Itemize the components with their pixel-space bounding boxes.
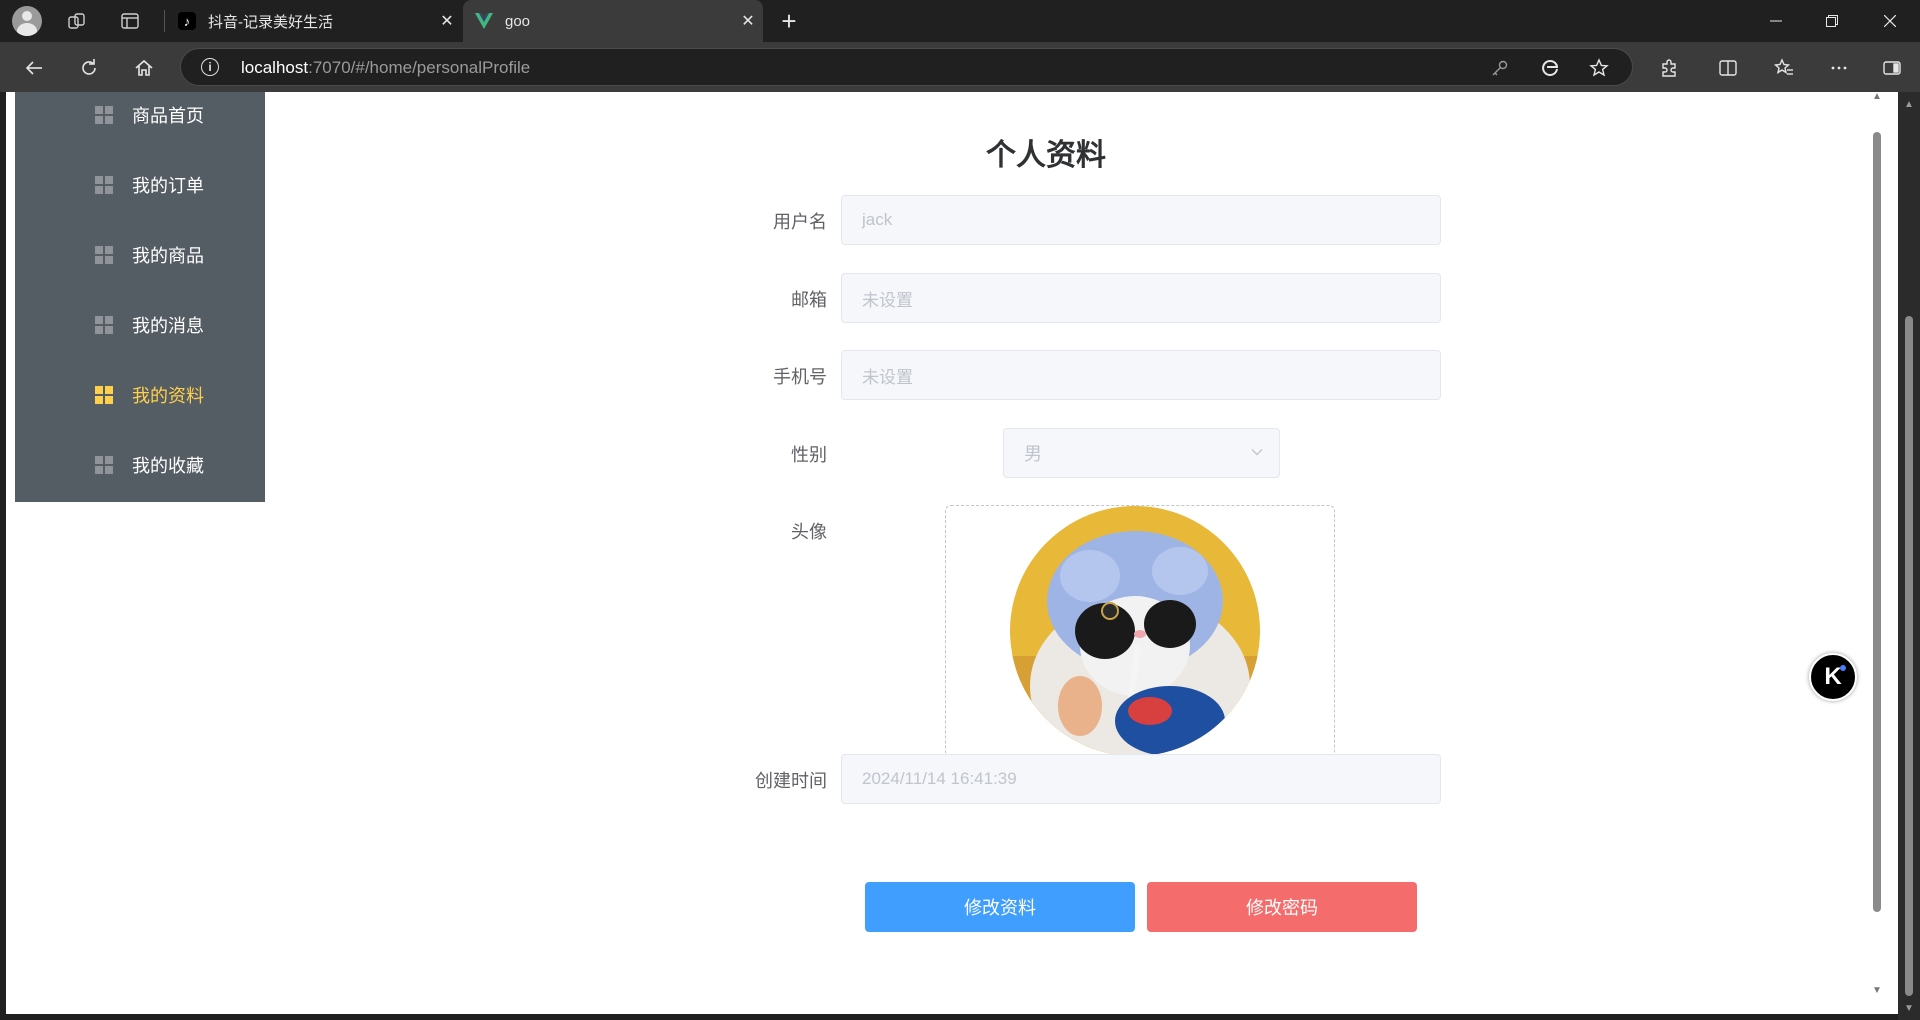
sidebar-toggle-icon[interactable] (1876, 52, 1908, 84)
home-icon[interactable] (128, 52, 160, 84)
created-time-value: 2024/11/14 16:41:39 (862, 769, 1017, 788)
tab-close-icon[interactable]: ✕ (733, 11, 763, 31)
username-label: 用户名 (773, 212, 827, 232)
grid-icon (95, 246, 113, 264)
scroll-up-icon[interactable]: ▲ (1871, 92, 1883, 102)
sidebar-item-label: 我的商品 (132, 246, 204, 266)
created-time-input[interactable]: 2024/11/14 16:41:39 (841, 754, 1441, 804)
favorite-star-icon[interactable] (1586, 55, 1612, 81)
minimize-icon[interactable] (1748, 0, 1804, 42)
grid-icon (95, 176, 113, 194)
tab-douyin[interactable]: ♪ 抖音-记录美好生活 ✕ (166, 0, 462, 42)
sidebar-item-label: 商品首页 (132, 106, 204, 126)
scrollbar-thumb[interactable] (1905, 316, 1913, 996)
profile-avatar-icon[interactable] (12, 6, 42, 36)
tab-title: 抖音-记录美好生活 (208, 13, 333, 31)
email-label: 邮箱 (791, 290, 827, 310)
window-scrollbar[interactable]: ▲ ▼ (1898, 92, 1920, 1020)
phone-placeholder: 未设置 (862, 367, 913, 387)
edit-profile-button[interactable]: 修改资料 (865, 882, 1135, 932)
badge-dot (1840, 665, 1846, 671)
tab-close-icon[interactable]: ✕ (432, 11, 462, 31)
sidebar-item-products[interactable]: 我的商品 (15, 220, 265, 290)
workspaces-icon[interactable] (62, 6, 92, 36)
scroll-down-icon[interactable]: ▼ (1903, 1004, 1915, 1014)
gender-value: 男 (1024, 444, 1042, 464)
edge-icon[interactable] (1537, 55, 1563, 81)
avatar-image (1010, 506, 1260, 756)
tiktok-icon: ♪ (178, 12, 196, 30)
more-icon[interactable] (1823, 52, 1855, 84)
vue-icon (475, 12, 493, 30)
tab-separator (164, 10, 165, 32)
grid-icon (95, 316, 113, 334)
gender-label: 性别 (791, 445, 827, 465)
sidebar-item-label: 我的收藏 (132, 456, 204, 476)
tab-actions-icon[interactable] (115, 6, 145, 36)
sidebar-item-favorites[interactable]: 我的收藏 (15, 430, 265, 500)
page-scrollbar[interactable]: ▲ ▼ (1868, 92, 1886, 1014)
refresh-icon[interactable] (73, 52, 105, 84)
tab-title: goo (505, 12, 531, 30)
grid-icon (95, 456, 113, 474)
grid-icon (95, 386, 113, 404)
phone-label: 手机号 (773, 367, 827, 387)
sidebar-item-profile[interactable]: 我的资料 (15, 360, 265, 430)
avatar-label: 头像 (791, 522, 827, 542)
site-info-icon[interactable]: i (201, 58, 219, 76)
sidebar-item-home[interactable]: 商品首页 (15, 92, 265, 150)
back-icon[interactable] (18, 52, 50, 84)
page-title: 个人资料 (986, 139, 1106, 172)
browser-nav-bar: i localhost:7070/#/home/personalProfile (0, 42, 1920, 92)
sidebar-menu: 商品首页 我的订单 我的商品 我的消息 我的资料 我的收藏 (15, 92, 265, 502)
change-password-button[interactable]: 修改密码 (1147, 882, 1417, 932)
sidebar-item-label: 我的订单 (132, 176, 204, 196)
phone-input[interactable]: 未设置 (841, 350, 1441, 400)
scroll-down-icon[interactable]: ▼ (1871, 986, 1883, 996)
chevron-down-icon (1251, 449, 1263, 456)
avatar-uploader[interactable] (945, 505, 1335, 757)
new-tab-button[interactable]: + (774, 6, 804, 36)
sidebar-item-messages[interactable]: 我的消息 (15, 290, 265, 360)
favorites-icon[interactable] (1768, 52, 1800, 84)
scroll-up-icon[interactable]: ▲ (1903, 100, 1915, 110)
url-text[interactable]: localhost:7070/#/home/personalProfile (241, 58, 530, 78)
grid-icon (95, 106, 113, 124)
username-input[interactable]: jack (841, 195, 1441, 245)
sidebar-item-label: 我的资料 (132, 386, 204, 406)
browser-tab-bar: ♪ 抖音-记录美好生活 ✕ goo ✕ + (0, 0, 1920, 42)
restore-icon[interactable] (1804, 0, 1860, 42)
created-time-label: 创建时间 (755, 771, 827, 791)
window-close-icon[interactable] (1862, 0, 1918, 42)
address-bar[interactable]: i localhost:7070/#/home/personalProfile (180, 48, 1633, 86)
extensions-icon[interactable] (1653, 52, 1685, 84)
sidebar-item-label: 我的消息 (132, 316, 204, 336)
username-value: jack (862, 210, 893, 229)
sidebar-item-orders[interactable]: 我的订单 (15, 150, 265, 220)
email-placeholder: 未设置 (862, 290, 913, 310)
key-icon[interactable] (1487, 55, 1513, 81)
gender-select[interactable]: 男 (1003, 428, 1280, 478)
split-screen-icon[interactable] (1712, 52, 1744, 84)
tab-goo[interactable]: goo ✕ (463, 0, 763, 42)
floating-assistant-button[interactable]: K (1809, 653, 1857, 701)
scrollbar-thumb[interactable] (1873, 132, 1881, 912)
email-input[interactable]: 未设置 (841, 273, 1441, 323)
page-viewport: 商品首页 我的订单 我的商品 我的消息 我的资料 我的收藏 个人资料 用户名 j… (6, 92, 1914, 1014)
